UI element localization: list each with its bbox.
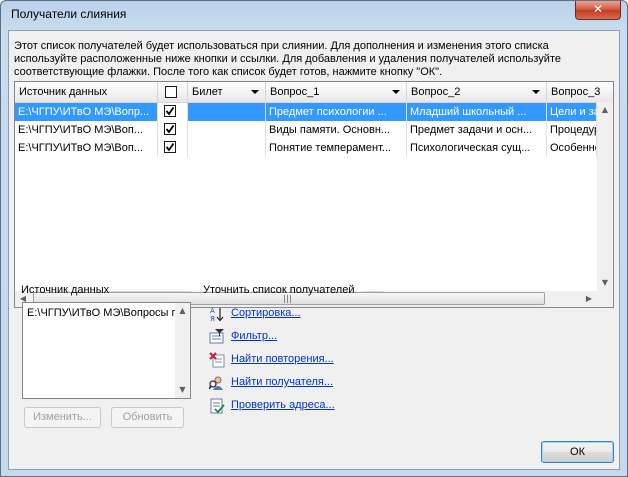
grid-cell-q1[interactable]: Предмет психологии ...: [266, 103, 407, 121]
close-icon: ✕: [592, 2, 604, 16]
svg-text:Я: Я: [210, 315, 215, 322]
column-header-source[interactable]: Источник данных: [15, 82, 158, 102]
grid-cell-source[interactable]: E:\ЧГПУ\ИТвО МЭ\Воп...: [15, 139, 158, 157]
find-recipient-link[interactable]: Найти получателя...: [231, 376, 333, 388]
include-cell: [158, 103, 188, 121]
column-header-q1[interactable]: Вопрос_1: [266, 82, 407, 102]
column-header-label: Билет: [192, 86, 223, 98]
edit-button[interactable]: Изменить...: [24, 407, 101, 428]
grid-cell-q2[interactable]: Психологическая сущ...: [407, 139, 547, 157]
find-recipient-icon: [209, 376, 223, 390]
grid-cell-bilet[interactable]: [188, 121, 266, 139]
scroll-right-icon[interactable]: ▶: [581, 291, 597, 307]
scrollbar-corner: [597, 291, 613, 307]
find-duplicates-icon: [209, 352, 225, 368]
column-header-label: Источник данных: [19, 86, 108, 98]
column-header-bilet[interactable]: Билет: [188, 82, 266, 102]
group-divider: [363, 291, 383, 292]
include-cell: [158, 121, 188, 139]
chevron-down-icon[interactable]: [532, 90, 540, 94]
listbox-vertical-scrollbar[interactable]: ▲ ▼: [175, 303, 190, 398]
checkmark-icon: [165, 142, 175, 152]
checkmark-icon: [165, 124, 175, 134]
scroll-up-icon[interactable]: ▲: [597, 102, 613, 118]
grid-cell-q2[interactable]: Предмет задачи и осн...: [407, 121, 547, 139]
grid-cell-q1[interactable]: Понятие темперамент...: [266, 139, 407, 157]
chevron-down-icon[interactable]: [392, 90, 400, 94]
description-text: Этот список получателей будет использова…: [14, 40, 561, 78]
datasource-item[interactable]: E:\ЧГПУ\ИТвО МЭ\Вопросы п: [27, 307, 175, 319]
refine-group-label: Уточнить список получателей: [203, 284, 355, 296]
column-header-label: Вопрос_1: [270, 86, 320, 98]
datasource-group-label: Источник данных: [21, 284, 110, 296]
chevron-down-icon[interactable]: [251, 90, 259, 94]
mail-merge-recipients-dialog: Получатели слияния ✕ Этот список получат…: [0, 0, 628, 477]
validate-addresses-icon: [210, 398, 225, 414]
select-all-checkbox[interactable]: [165, 86, 177, 98]
table-row[interactable]: E:\ЧГПУ\ИТвО МЭ\Вопр... Предмет психологи…: [15, 103, 613, 121]
filter-link[interactable]: Фильтр...: [231, 330, 277, 342]
include-checkbox[interactable]: [164, 105, 176, 117]
table-row[interactable]: E:\ЧГПУ\ИТвО МЭ\Воп... Понятие темперамен…: [15, 139, 613, 157]
column-header-select-all[interactable]: [158, 82, 188, 102]
scroll-down-icon[interactable]: ▼: [175, 382, 190, 398]
include-cell: [158, 139, 188, 157]
dialog-body: Этот список получателей будет использова…: [8, 30, 620, 470]
checkmark-icon: [165, 106, 175, 116]
title-bar[interactable]: Получатели слияния ✕: [1, 1, 627, 29]
recipients-grid[interactable]: Источник данных Билет Вопрос_1 Вопрос_2 …: [14, 81, 614, 308]
sort-icon: A Я: [210, 307, 224, 322]
scroll-down-icon[interactable]: ▼: [597, 275, 613, 291]
grid-cell-q1[interactable]: Виды памяти. Основн...: [266, 121, 407, 139]
grid-vertical-scrollbar[interactable]: ▲ ▼: [597, 102, 613, 291]
group-divider: [109, 291, 191, 292]
grid-cell-q3[interactable]: Особенност: [547, 139, 597, 157]
column-header-q3[interactable]: Вопрос_3: [547, 82, 613, 102]
table-row[interactable]: E:\ЧГПУ\ИТвО МЭ\Воп... Виды памяти. Основ…: [15, 121, 613, 139]
grid-header: Источник данных Билет Вопрос_1 Вопрос_2 …: [15, 82, 613, 103]
close-button[interactable]: ✕: [575, 1, 621, 20]
grid-cell-q2[interactable]: Младший школьный ...: [407, 103, 547, 121]
refresh-button[interactable]: Обновить: [111, 407, 184, 428]
filter-icon: [209, 329, 224, 344]
validate-addresses-link[interactable]: Проверить адреса...: [231, 399, 335, 411]
scroll-grip-icon: [284, 295, 292, 303]
grid-cell-bilet[interactable]: [188, 139, 266, 157]
grid-cell-source[interactable]: E:\ЧГПУ\ИТвО МЭ\Воп...: [15, 121, 158, 139]
ok-button[interactable]: ОК: [541, 441, 614, 463]
grid-cell-bilet[interactable]: [188, 103, 266, 121]
grid-cell-source[interactable]: E:\ЧГПУ\ИТвО МЭ\Вопр...: [15, 103, 158, 121]
grid-cell-q3[interactable]: Процедуры: [547, 121, 597, 139]
scroll-up-icon[interactable]: ▲: [175, 303, 190, 319]
include-checkbox[interactable]: [164, 123, 176, 135]
grid-cell-q3[interactable]: Цели и зада: [547, 103, 597, 121]
window-title: Получатели слияния: [11, 7, 127, 21]
svg-text:A: A: [210, 307, 215, 315]
sort-link[interactable]: Сортировка...: [231, 307, 301, 319]
include-checkbox[interactable]: [164, 141, 176, 153]
column-header-label: Вопрос_3: [551, 86, 601, 98]
column-header-q2[interactable]: Вопрос_2: [407, 82, 547, 102]
find-duplicates-link[interactable]: Найти повторения...: [231, 353, 334, 365]
column-header-label: Вопрос_2: [411, 86, 461, 98]
datasource-listbox[interactable]: E:\ЧГПУ\ИТвО МЭ\Вопросы п ▲ ▼: [22, 302, 191, 399]
